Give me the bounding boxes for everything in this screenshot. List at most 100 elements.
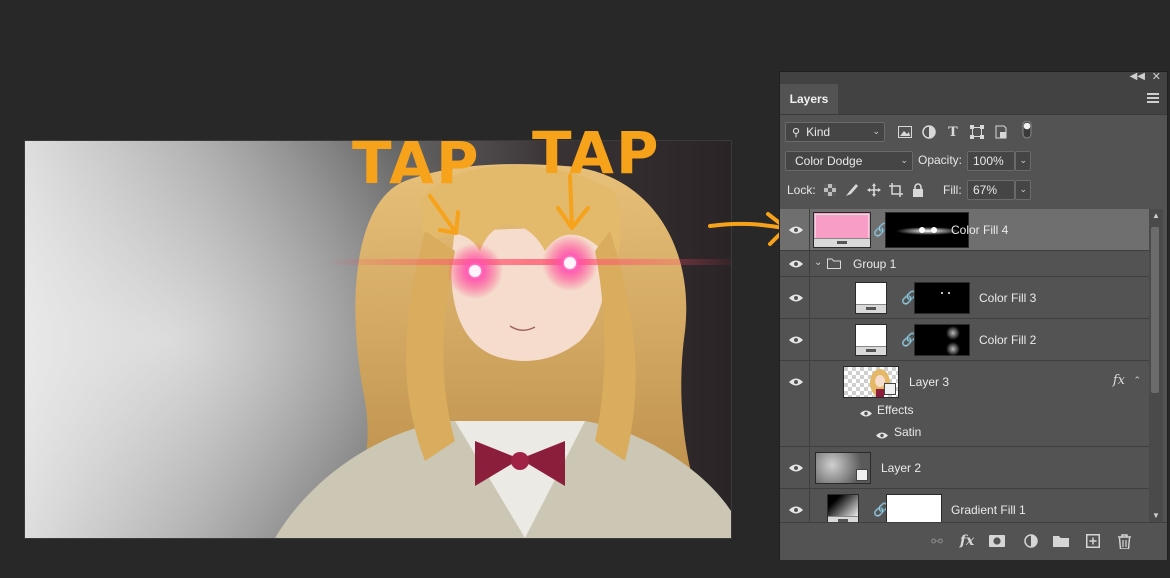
search-icon: ⚲ [792,126,801,139]
visibility-toggle[interactable] [780,447,810,488]
eye-icon[interactable] [860,410,872,417]
panel-tab-row: Layers [780,84,1167,115]
fx-icon[interactable]: fx [1113,373,1125,388]
opacity-label: Opacity: [918,153,963,167]
new-adjustment-layer-icon[interactable] [1022,532,1040,550]
filter-pixel-layers-icon[interactable] [897,124,913,140]
smart-object-badge-icon [856,469,868,481]
fill-label: Fill: [943,183,962,197]
visibility-toggle[interactable] [780,251,810,276]
visibility-toggle[interactable] [780,361,810,446]
fill-layer-indicator [856,346,886,355]
eye-icon[interactable] [876,432,888,439]
layer-mask-thumbnail[interactable] [914,282,970,314]
layer-mask-thumbnail[interactable] [914,324,970,356]
eye-icon [789,506,803,514]
layer-thumbnail[interactable] [855,324,887,356]
filter-shape-layers-icon[interactable] [969,124,985,140]
layer-name[interactable]: Color Fill 4 [951,223,1008,237]
layer-name[interactable]: Layer 2 [881,461,921,475]
chevron-down-icon: ⌄ [1019,184,1027,194]
opacity-input[interactable]: 100% [967,151,1015,171]
filter-adjustment-layers-icon[interactable] [921,124,937,140]
layer-list-scrollbar[interactable]: ▲ ▼ [1149,209,1163,522]
filter-type-layers-icon[interactable]: T [945,124,961,140]
lock-artboards-icon[interactable] [888,182,904,198]
layer-name[interactable]: Color Fill 2 [979,333,1036,347]
close-icon[interactable]: ✕ [1152,70,1161,83]
layer-thumbnail[interactable] [815,452,871,484]
opacity-dropdown-button[interactable]: ⌄ [1015,151,1031,171]
layer-row-layer-2[interactable]: Layer 2 [780,447,1149,489]
tab-layers[interactable]: Layers [780,84,838,114]
visibility-toggle[interactable] [780,277,810,318]
visibility-toggle[interactable] [780,209,810,250]
effects-label: Effects [877,403,914,417]
fill-input[interactable]: 67% [967,180,1015,200]
new-group-folder-icon[interactable] [1052,532,1070,550]
layer-thumbnail[interactable] [813,212,871,248]
filter-kind-select[interactable]: ⚲ Kind ⌄ [785,122,885,142]
filter-toggle-icon[interactable] [1019,121,1035,139]
opacity-value: 100% [973,154,1004,168]
annotation-tap-left: TAP [352,129,481,197]
layer-thumbnail[interactable] [843,366,899,398]
chevron-down-icon[interactable]: ⌄ [814,257,822,268]
lock-all-icon[interactable] [910,182,926,198]
layer-name[interactable]: Color Fill 3 [979,291,1036,305]
scroll-down-icon[interactable]: ▼ [1152,511,1160,520]
effects-row[interactable]: Effects [860,403,913,420]
filter-smart-objects-icon[interactable] [993,124,1009,140]
layer-list: 🔗 Color Fill 4 ⌄ Group 1 🔗 Color Fill 3 … [780,209,1149,522]
chevron-down-icon: ⌄ [900,155,908,165]
effect-name: Satin [894,425,922,439]
layer-row-color-fill-3[interactable]: 🔗 Color Fill 3 [780,277,1149,319]
fill-layer-indicator [856,304,886,313]
chevron-down-icon: ⌄ [1019,155,1027,165]
layer-row-color-fill-4[interactable]: 🔗 Color Fill 4 [780,209,1149,251]
smart-object-badge-icon [884,383,896,395]
scrollbar-thumb[interactable] [1151,227,1159,393]
lock-transparent-pixels-icon[interactable] [822,182,838,198]
collapse-panel-icon[interactable]: ◀◀ [1130,71,1145,82]
chevron-up-icon[interactable]: ⌃ [1133,375,1141,386]
fill-dropdown-button[interactable]: ⌄ [1015,180,1031,200]
lock-label: Lock: [787,183,816,197]
visibility-toggle[interactable] [780,319,810,360]
add-layer-style-fx-icon[interactable]: fx [958,532,976,550]
layer-row-gradient-fill-1[interactable]: 🔗 Gradient Fill 1 [780,489,1149,522]
layers-panel: ◀◀ ✕ Layers ⚲ Kind ⌄ T Color Dodge ⌄ Opa… [779,71,1168,560]
layer-row-group-1[interactable]: ⌄ Group 1 [780,251,1149,277]
lock-image-pixels-icon[interactable] [844,182,860,198]
layer-name[interactable]: Group 1 [853,257,896,271]
layer-name[interactable]: Gradient Fill 1 [951,503,1026,517]
satin-effect-row[interactable]: Satin [876,425,921,442]
panel-header-bar: ◀◀ ✕ [780,70,1167,84]
layer-thumbnail[interactable] [827,494,859,522]
layer-row-color-fill-2[interactable]: 🔗 Color Fill 2 [780,319,1149,361]
eye-icon [789,260,803,268]
layer-mask-thumbnail[interactable] [886,494,942,522]
new-layer-icon[interactable] [1084,532,1102,550]
trash-icon[interactable] [1115,532,1133,550]
document-canvas[interactable] [24,140,732,539]
blend-mode-value: Color Dodge [795,154,863,168]
layer-name[interactable]: Layer 3 [909,375,949,389]
filter-kind-label: Kind [806,125,831,139]
eye-icon [789,464,803,472]
layer-row-layer-3[interactable]: Layer 3 fx ⌃ Effects Satin [780,361,1149,447]
chevron-down-icon: ⌄ [872,126,880,136]
layer-thumbnail[interactable] [855,282,887,314]
panel-menu-icon[interactable] [1147,93,1159,105]
artwork-image [25,141,731,538]
fill-value: 67% [973,183,998,197]
annotation-tap-right: TAP [532,119,661,187]
lock-position-icon[interactable] [866,182,882,198]
scroll-up-icon[interactable]: ▲ [1152,211,1160,220]
visibility-toggle[interactable] [780,489,810,522]
link-layers-icon[interactable]: ⚯ [928,532,946,550]
add-layer-mask-icon[interactable] [988,532,1006,550]
eye-icon [789,294,803,302]
eye-icon [789,226,803,234]
blend-mode-select[interactable]: Color Dodge ⌄ [785,151,913,171]
